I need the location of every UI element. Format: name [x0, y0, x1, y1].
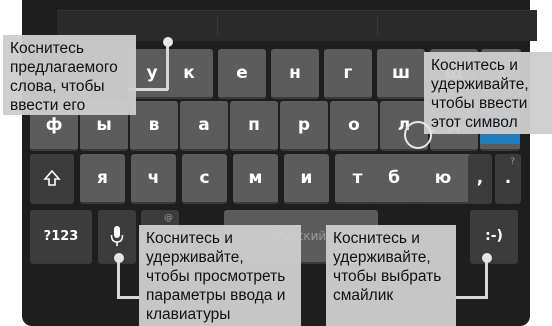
- key-s[interactable]: с: [182, 154, 227, 204]
- key-k[interactable]: к: [165, 49, 213, 99]
- key-period[interactable]: .?: [495, 154, 521, 204]
- key-p[interactable]: п: [230, 101, 278, 151]
- key-a[interactable]: а: [180, 101, 228, 151]
- key-n[interactable]: н: [271, 49, 319, 99]
- key-ch[interactable]: ч: [131, 154, 176, 204]
- connector-line: [117, 262, 120, 298]
- key-o[interactable]: о: [330, 101, 378, 151]
- microphone-icon: [110, 225, 124, 247]
- period-hint: ?: [510, 157, 515, 167]
- key-comma[interactable]: ,: [468, 154, 492, 204]
- callout-hold-mic: Коснитесь и удерживайте, чтобы просмотре…: [139, 225, 301, 326]
- key-r[interactable]: р: [280, 101, 328, 151]
- pointer-dot: [114, 253, 124, 263]
- suggestion-divider: [217, 17, 218, 35]
- connector-line: [166, 44, 169, 90]
- comma-hint: @: [164, 213, 173, 223]
- key-ya[interactable]: я: [80, 154, 125, 204]
- key-g[interactable]: г: [324, 49, 372, 99]
- shift-icon: [43, 169, 61, 187]
- callout-hold-smiley: Коснитесь и удерживайте, чтобы выбрать с…: [326, 225, 456, 326]
- pointer-dot: [163, 37, 173, 47]
- pointer-ring: [404, 121, 432, 149]
- symbols-key[interactable]: ?123: [30, 210, 92, 264]
- key-yu[interactable]: ю: [421, 154, 465, 204]
- connector-line: [117, 296, 139, 299]
- key-i[interactable]: и: [284, 154, 329, 204]
- key-e[interactable]: е: [218, 49, 266, 99]
- callout-suggest-word: Коснитесь предлагаемого слова, чтобы вве…: [3, 35, 136, 115]
- key-b-2[interactable]: б: [372, 154, 416, 204]
- key-v[interactable]: в: [130, 101, 178, 151]
- key-m[interactable]: м: [233, 154, 278, 204]
- callout-hold-symbol: Коснитесь и удерживайте, чтобы ввести эт…: [424, 52, 552, 134]
- suggestion-divider: [377, 17, 378, 35]
- shift-key[interactable]: [30, 154, 74, 204]
- connector-line: [455, 296, 488, 299]
- key-sh[interactable]: ш: [377, 49, 425, 99]
- pointer-dot: [482, 253, 492, 263]
- connector-line: [485, 262, 488, 298]
- smiley-key[interactable]: :-): [470, 210, 518, 264]
- period-label: .: [504, 168, 512, 188]
- connector-line: [432, 130, 435, 132]
